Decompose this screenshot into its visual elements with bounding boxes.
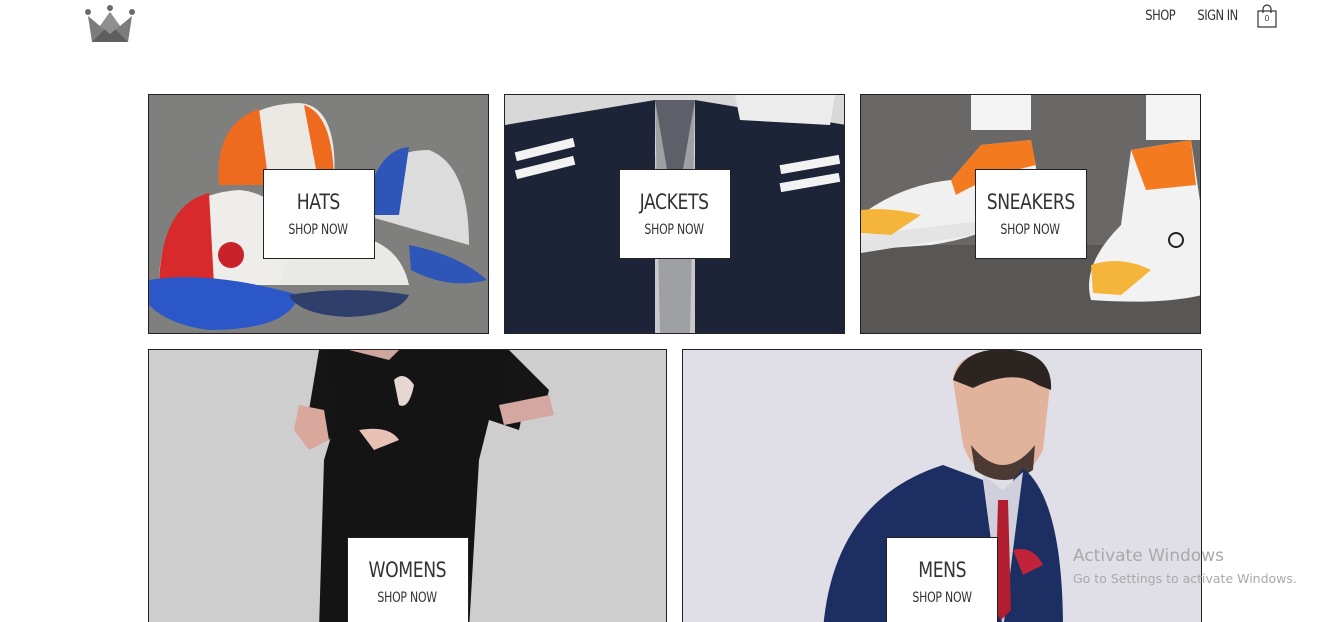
shop-now-link[interactable]: SHOP NOW: [1001, 222, 1061, 238]
cart-count: 0: [1264, 14, 1270, 23]
category-title: HATS: [296, 190, 341, 214]
category-title: JACKETS: [639, 190, 710, 214]
category-card-hats[interactable]: HATS SHOP NOW: [148, 94, 489, 334]
category-title: MENS: [918, 558, 966, 582]
top-nav: SHOP SIGN IN 0: [1142, 4, 1278, 28]
category-label-box: SNEAKERS SHOP NOW: [974, 169, 1087, 259]
category-label-box: HATS SHOP NOW: [262, 169, 375, 259]
category-label-box: MENS SHOP NOW: [886, 537, 998, 622]
category-label-box: JACKETS SHOP NOW: [618, 169, 731, 259]
watermark-subtitle: Go to Settings to activate Windows.: [1073, 571, 1297, 586]
category-title: SNEAKERS: [986, 190, 1075, 214]
nav-shop-link[interactable]: SHOP: [1146, 8, 1176, 24]
category-label-box: WOMENS SHOP NOW: [346, 537, 469, 622]
category-card-sneakers[interactable]: SNEAKERS SHOP NOW: [860, 94, 1201, 334]
shop-now-link[interactable]: SHOP NOW: [289, 222, 349, 238]
crown-logo-icon[interactable]: [84, 4, 136, 44]
shop-now-link[interactable]: SHOP NOW: [645, 222, 705, 238]
shop-now-link[interactable]: SHOP NOW: [378, 590, 438, 606]
category-title: WOMENS: [368, 558, 447, 582]
watermark-title: Activate Windows: [1073, 546, 1224, 566]
nav-sign-in-link[interactable]: SIGN IN: [1197, 8, 1238, 24]
windows-activation-watermark: Activate Windows Go to Settings to activ…: [1073, 546, 1297, 586]
category-card-jackets[interactable]: JACKETS SHOP NOW: [504, 94, 845, 334]
category-card-womens[interactable]: WOMENS SHOP NOW: [148, 349, 667, 622]
shop-now-link[interactable]: SHOP NOW: [912, 590, 972, 606]
shopping-bag-icon[interactable]: 0: [1256, 4, 1278, 28]
